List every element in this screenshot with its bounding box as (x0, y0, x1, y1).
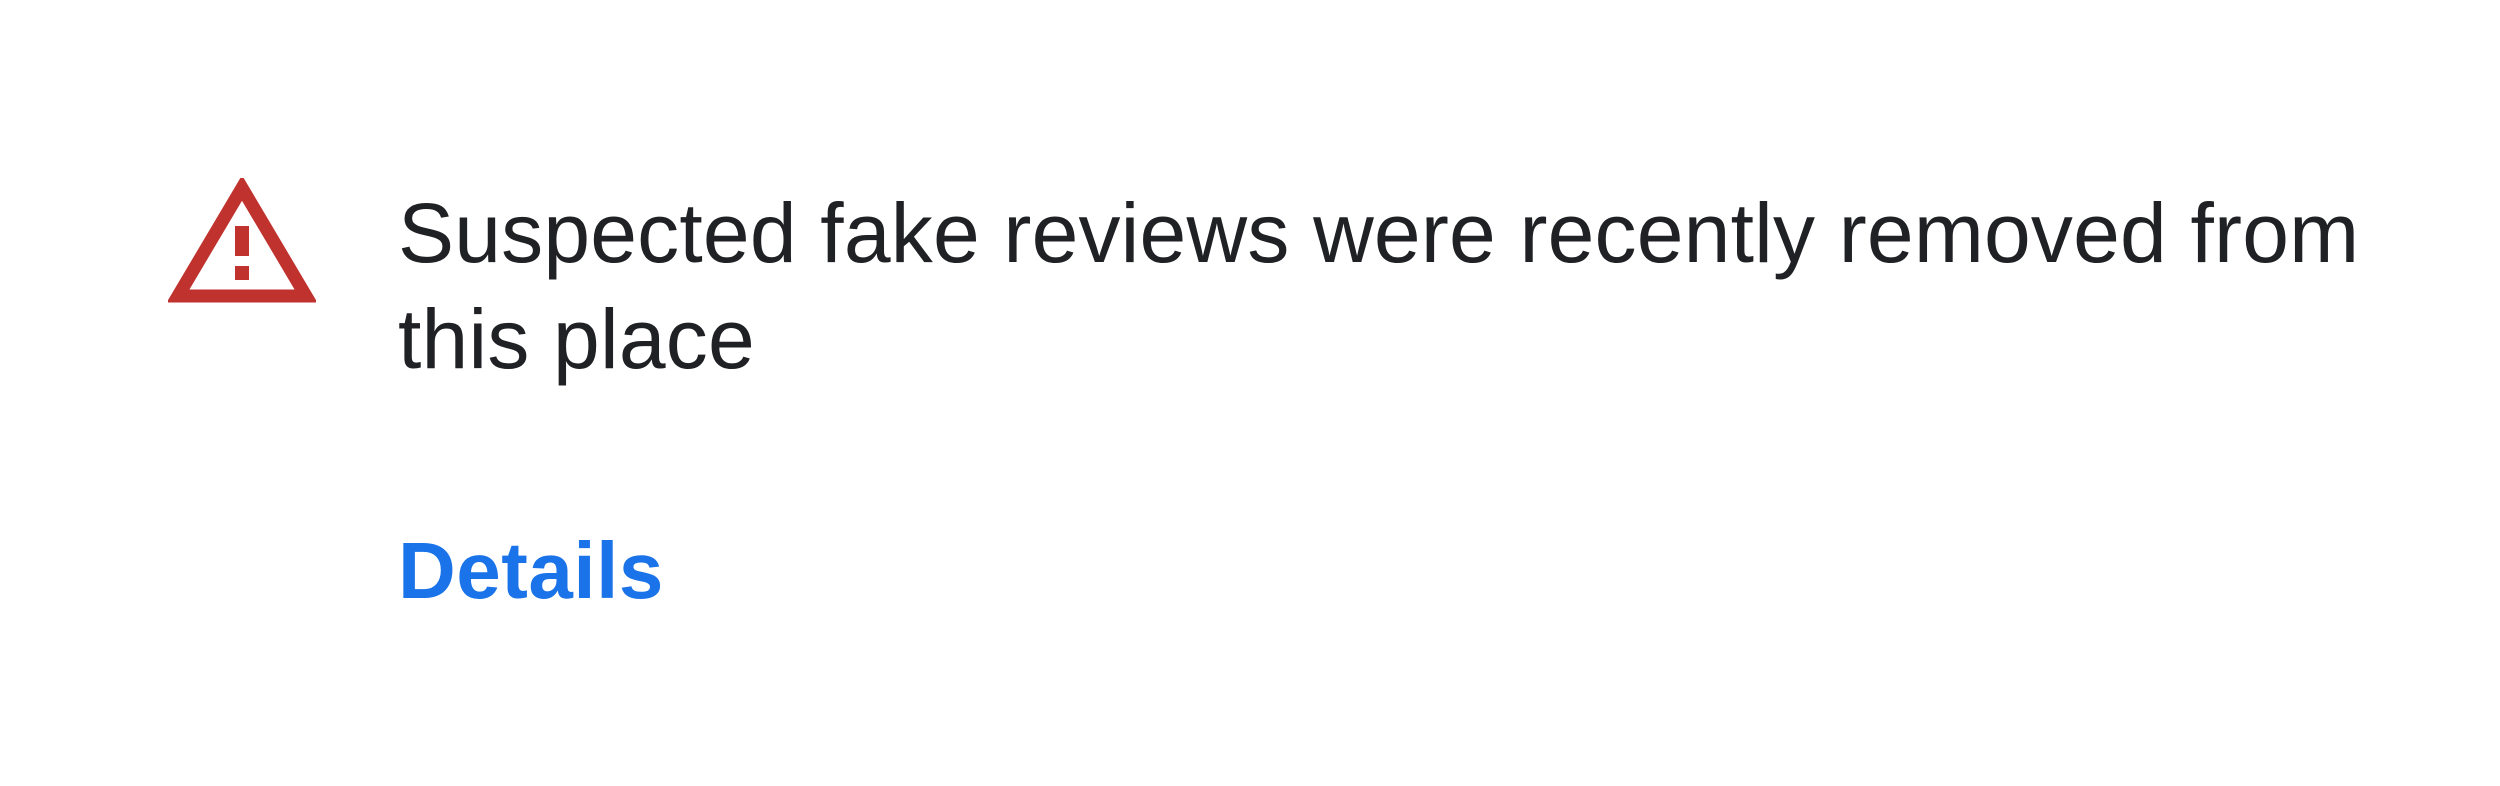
fake-reviews-notice: Suspected fake reviews were recently rem… (0, 0, 2500, 786)
warning-triangle-icon (168, 178, 316, 306)
details-link[interactable]: Details (398, 521, 664, 621)
notice-message: Suspected fake reviews were recently rem… (398, 186, 2360, 386)
